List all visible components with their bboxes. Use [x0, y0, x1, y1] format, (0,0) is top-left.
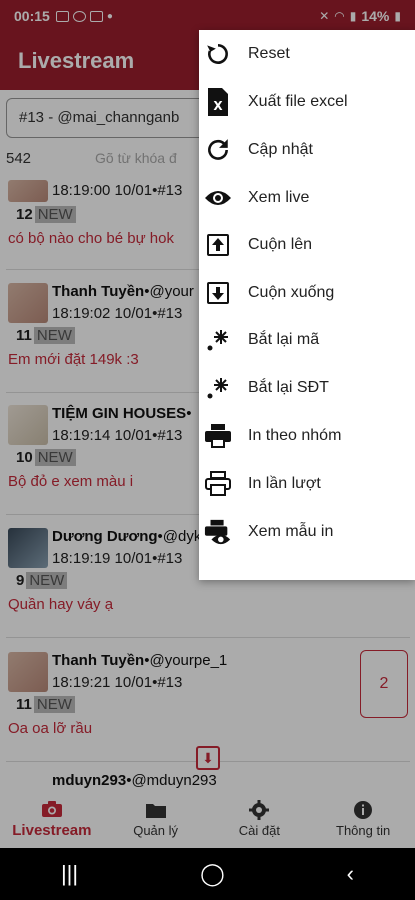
refresh-icon	[204, 136, 232, 164]
menu-item-print-sequential[interactable]: In lần lượt	[199, 460, 415, 508]
menu-item-view-live[interactable]: Xem live	[199, 174, 415, 222]
menu-item-update[interactable]: Cập nhật	[199, 126, 415, 174]
menu-item-reset[interactable]: Reset	[199, 30, 415, 78]
back-icon[interactable]: ‹	[347, 861, 354, 887]
scroll-up-icon	[204, 231, 232, 259]
eye-icon	[204, 184, 232, 212]
menu-item-print-preview[interactable]: Xem mẫu in	[199, 508, 415, 556]
menu-label: Cuộn lên	[248, 235, 313, 253]
menu-label: Xem mẫu in	[248, 522, 334, 540]
home-icon[interactable]: ◯	[200, 861, 225, 887]
scroll-down-icon	[204, 279, 232, 307]
menu-item-scroll-down[interactable]: Cuộn xuống	[199, 269, 415, 317]
printer-outline-icon	[204, 470, 232, 498]
system-navigation-bar: ||| ◯ ‹	[0, 848, 415, 900]
sparkle-icon	[204, 374, 232, 402]
menu-item-print-by-group[interactable]: In theo nhóm	[199, 412, 415, 460]
menu-label: Reset	[248, 44, 290, 62]
svg-text:X: X	[213, 99, 223, 113]
menu-item-recapture-phone[interactable]: Bắt lại SĐT	[199, 364, 415, 412]
excel-icon: X	[204, 87, 232, 116]
printer-icon	[204, 422, 232, 450]
sparkle-icon	[204, 326, 232, 354]
menu-label: Cuộn xuống	[248, 283, 335, 301]
menu-label: Bắt lại mã	[248, 330, 320, 348]
recent-apps-icon[interactable]: |||	[61, 861, 78, 887]
menu-label: In lần lượt	[248, 474, 321, 492]
menu-label: Bắt lại SĐT	[248, 378, 329, 396]
menu-item-export-excel[interactable]: X Xuất file excel	[199, 78, 415, 126]
menu-label: Xem live	[248, 188, 310, 206]
reset-icon	[204, 40, 232, 68]
menu-label: In theo nhóm	[248, 426, 342, 444]
overflow-menu: Reset X Xuất file excel Cập nhật Xem liv…	[199, 30, 415, 580]
menu-item-recapture-code[interactable]: Bắt lại mã	[199, 316, 415, 364]
print-preview-icon	[204, 518, 232, 546]
menu-label: Xuất file excel	[248, 92, 348, 110]
menu-label: Cập nhật	[248, 140, 313, 158]
menu-item-scroll-up[interactable]: Cuộn lên	[199, 221, 415, 269]
